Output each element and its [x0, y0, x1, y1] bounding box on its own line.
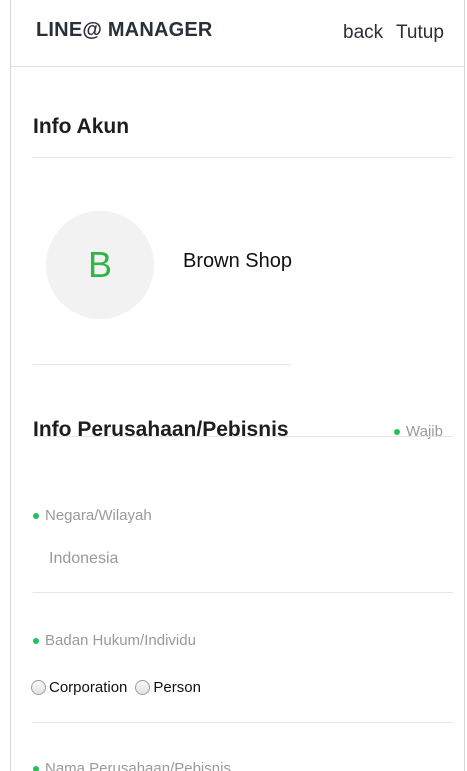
- country-label-text: Negara/Wilayah: [45, 507, 152, 524]
- entity-type-label-text: Badan Hukum/Individu: [45, 632, 196, 649]
- required-dot-icon: [33, 766, 39, 771]
- country-value[interactable]: Indonesia: [49, 550, 118, 568]
- country-label: Negara/Wilayah: [33, 507, 152, 524]
- company-info-title: Info Perusahaan/Pebisnis: [33, 418, 289, 441]
- radio-corporation[interactable]: Corporation: [31, 679, 127, 696]
- divider: [33, 722, 453, 723]
- radio-person-label: Person: [153, 679, 201, 696]
- entity-type-radio-group: Corporation Person: [31, 679, 209, 696]
- divider: [33, 592, 453, 593]
- divider: [33, 436, 453, 437]
- radio-circle-icon[interactable]: [31, 680, 46, 695]
- company-name-label: Nama Perusahaan/Pebisnis: [33, 760, 231, 771]
- top-bar: LINE@ MANAGER back Tutup: [11, 0, 464, 67]
- app-frame: LINE@ MANAGER back Tutup Info Akun B Bro…: [10, 0, 465, 771]
- brand-logo: LINE@ MANAGER: [36, 19, 213, 41]
- divider: [33, 364, 291, 365]
- radio-circle-icon[interactable]: [135, 680, 151, 695]
- divider: [33, 157, 453, 158]
- back-link[interactable]: back: [343, 22, 383, 44]
- avatar-initial: B: [87, 244, 112, 285]
- close-link[interactable]: Tutup: [396, 22, 444, 44]
- account-info-title: Info Akun: [33, 115, 130, 138]
- radio-person[interactable]: Person: [135, 679, 201, 696]
- required-legend: Wajib: [394, 423, 443, 440]
- avatar[interactable]: B: [46, 211, 154, 319]
- company-name-label-text: Nama Perusahaan/Pebisnis: [45, 760, 231, 771]
- shop-name: Brown Shop: [183, 250, 292, 272]
- entity-type-label: Badan Hukum/Individu: [33, 632, 196, 649]
- required-legend-label: Wajib: [406, 423, 443, 440]
- required-dot-icon: [394, 429, 400, 436]
- radio-corporation-label: Corporation: [49, 679, 128, 696]
- required-dot-icon: [33, 513, 39, 520]
- required-dot-icon: [33, 638, 39, 645]
